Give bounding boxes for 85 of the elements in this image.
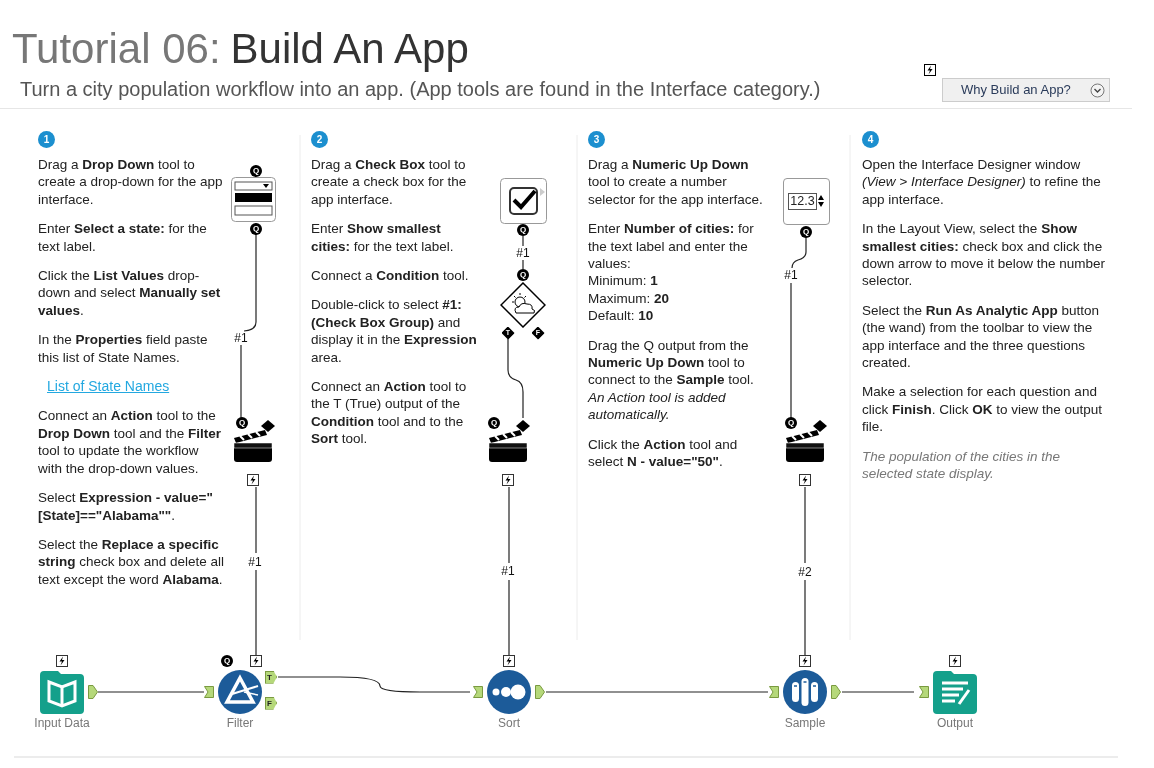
chevron-down-icon (1090, 82, 1105, 98)
tutorial-number: Tutorial 06: (12, 24, 221, 74)
instruction-text: Open the Interface Designer window (View > Interface Designer) to refine the app interface. (862, 156, 1102, 209)
lightning-icon (502, 474, 514, 486)
tool-label: Sort (497, 715, 521, 731)
tool-label: Sample (783, 715, 827, 731)
input-connector-icon (919, 686, 929, 698)
lightning-icon (56, 655, 68, 667)
prism-icon (218, 669, 262, 715)
connection-label: #1 (247, 554, 263, 570)
connection-label: #1 (500, 563, 516, 579)
lightning-icon (250, 655, 262, 667)
connector-line (791, 236, 807, 269)
cloud-sun-icon (500, 282, 546, 328)
instruction-text: In the Layout View, select the Show smallest cities: check box and click the down arrow to move it below the number selector. (862, 220, 1107, 290)
anchor-badge: Q (785, 417, 797, 429)
input-connector-icon (769, 686, 779, 698)
instruction-text: Select Expression - value="[State]=="Alabama"". (38, 489, 214, 524)
instruction-text: Select the Run As Analytic App button (the wand) from the toolbar to view the app interface and the three questions created. (862, 301, 1101, 372)
step-number: 2 (311, 131, 328, 148)
connection-label: #1 (515, 245, 531, 261)
output-connector: T (265, 670, 277, 684)
tool-label: Filter (225, 715, 255, 731)
anchor-badge: Q (236, 417, 248, 429)
anchor-badge: Q (488, 417, 500, 429)
anchor-badge: Q (800, 226, 812, 238)
instruction-text: Enter Show smallest cities: for the text label. (311, 220, 455, 256)
instruction-text: Drag a Check Box tool to create a check box for the app interface. (311, 156, 468, 209)
connection-label: #1 (233, 330, 249, 346)
tool-label: Output (936, 715, 974, 731)
instruction-text: Connect an Action tool to the T (True) output of the Condition tool and to the Sort tool. (311, 378, 468, 448)
document-pencil-icon (933, 669, 977, 715)
instruction-text: Enter Number of cities: for the text label and enter the values: (588, 220, 755, 273)
step-number: 4 (862, 131, 879, 148)
instruction-text: Drag a Numeric Up Down tool to create a number selector for the app interface. (588, 156, 764, 209)
lightning-icon (799, 474, 811, 486)
circles-icon (487, 669, 531, 715)
check-box-tool-icon (499, 178, 547, 224)
output-connector-icon (535, 685, 545, 699)
why-build-app-button[interactable]: Why Build an App? (942, 78, 1110, 102)
anchor-badge: Q (250, 223, 262, 235)
lightning-icon (924, 64, 936, 76)
step-number: 3 (588, 131, 605, 148)
connector-line (255, 486, 257, 554)
lightning-icon (247, 474, 259, 486)
test-tubes-icon (783, 669, 827, 715)
output-connector-icon (831, 685, 841, 699)
instruction-text: Minimum: 1 (588, 272, 659, 290)
tool-label: Input Data (33, 715, 91, 731)
instruction-text: In the Properties field paste this list of State Names. (38, 331, 209, 367)
page-subtitle: Turn a city population workflow into an app. (App tools are found in the Interface category.) (19, 77, 821, 102)
instruction-text: Connect an Action tool to the Drop Down tool and the Filter tool to update the workflow with the drop-down values. (38, 407, 223, 478)
numeric-up-down-tool: 12.3 (782, 177, 830, 225)
instruction-text: Click the Action tool and select N - value="50". (588, 435, 739, 471)
drop-down-tool-icon (230, 176, 276, 222)
instruction-text: Connect a Condition tool. (311, 267, 470, 285)
open-book-icon (40, 669, 84, 715)
step-number: 1 (38, 131, 55, 148)
spinner-arrows-icon (817, 194, 824, 208)
anchor-badge: Q (250, 165, 262, 177)
instruction-text: Maximum: 20 (588, 289, 671, 308)
anchor-badge: Q (517, 224, 529, 236)
anchor-badge: Q (221, 655, 233, 667)
lightning-icon (799, 655, 811, 667)
instruction-text: Click the List Values drop-down and select Manually set values. (38, 267, 222, 320)
instruction-text: Drag the Q output from the Numeric Up Down tool to connect to the Sample tool. An Action tool is added automatically. (588, 336, 755, 424)
instruction-text: Make a selection for each question and click Finish. Click OK to view the output file. (862, 383, 1104, 436)
output-connector: F (265, 696, 277, 710)
instruction-text: Enter Select a state: for the text label. (38, 220, 208, 256)
input-connector-icon (204, 686, 214, 698)
connection-label: #1 (783, 267, 799, 283)
connector-line (522, 259, 524, 270)
result-note: The population of the cities in the selected state display. (862, 447, 1062, 483)
connection-label: #2 (797, 564, 813, 580)
lightning-icon (503, 655, 515, 667)
instruction-text: Select the Replace a specific string check box and delete all text except the word Alabama. (38, 535, 226, 589)
instruction-text: Default: 10 (588, 307, 655, 325)
instruction-text: Double-click to select #1: (Check Box Group) and display it in the Expression area. (311, 296, 478, 367)
anchor-badge: Q (517, 269, 529, 281)
instruction-text: Drag a Drop Down tool to create a drop-down for the app interface. (38, 156, 224, 209)
input-connector-icon (473, 686, 483, 698)
lightning-icon (949, 655, 961, 667)
output-connector-icon (88, 685, 98, 699)
page-title: Build An App (230, 24, 469, 74)
connector-line (522, 235, 524, 247)
